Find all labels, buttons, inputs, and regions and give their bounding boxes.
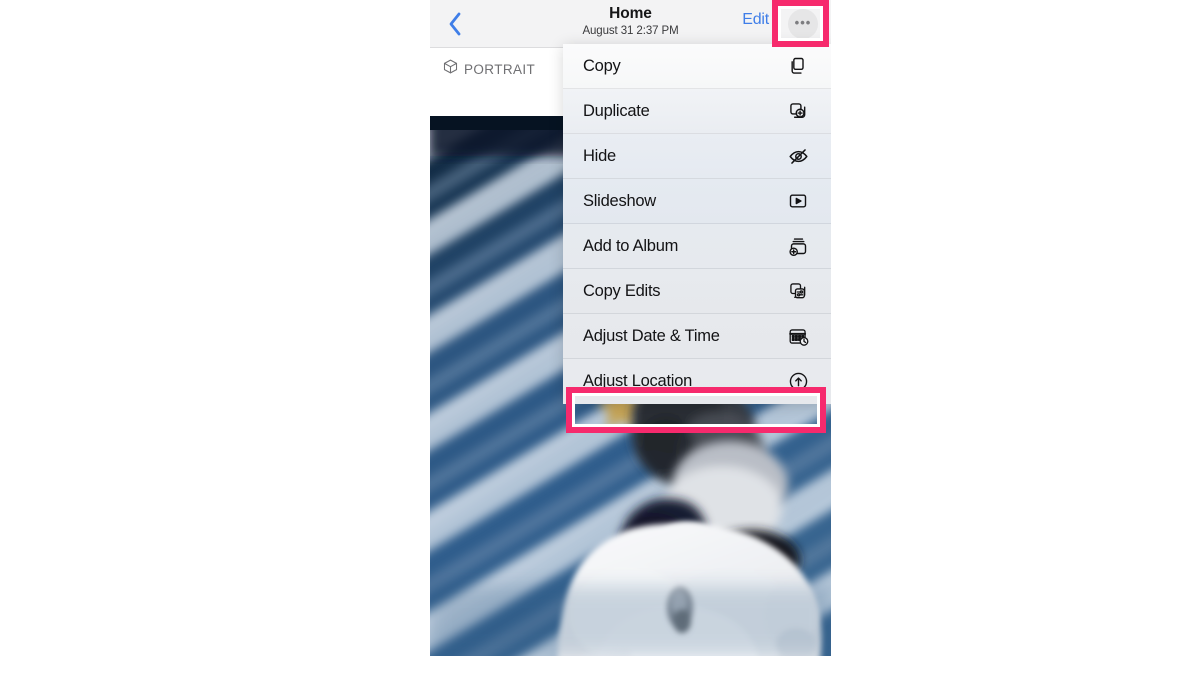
navbar-title-block: Home August 31 2:37 PM <box>430 4 831 39</box>
back-button[interactable] <box>438 8 472 40</box>
menu-item-label: Adjust Date & Time <box>583 326 720 345</box>
menu-item-copy-edits[interactable]: Copy Edits <box>563 269 831 314</box>
portrait-badge-label: PORTRAIT <box>464 61 536 77</box>
album-add-icon <box>787 235 809 257</box>
edit-button[interactable]: Edit <box>742 11 769 29</box>
portrait-badge[interactable]: PORTRAIT <box>442 58 535 80</box>
copy-icon <box>787 55 809 77</box>
menu-item-hide[interactable]: Hide <box>563 134 831 179</box>
chevron-left-icon <box>447 11 463 37</box>
context-menu: Copy Duplicate Hide Slideshow Add to Alb… <box>563 44 831 404</box>
menu-item-label: Adjust Location <box>583 372 693 390</box>
menu-item-duplicate[interactable]: Duplicate <box>563 89 831 134</box>
menu-item-slideshow[interactable]: Slideshow <box>563 179 831 224</box>
menu-item-add-to-album[interactable]: Add to Album <box>563 224 831 269</box>
more-options-button[interactable]: ••• <box>788 9 818 39</box>
copy-edits-icon <box>787 280 809 302</box>
play-box-icon <box>787 190 809 212</box>
menu-item-adjust-location[interactable]: Adjust Location <box>563 359 831 404</box>
menu-item-adjust-date-time[interactable]: Adjust Date & Time <box>563 314 831 359</box>
page-title: Home <box>609 5 652 22</box>
screenshot-canvas: PORTRAIT Home August 31 2:37 PM Edit ••• <box>0 0 1200 675</box>
calendar-clock-icon <box>787 325 809 347</box>
menu-item-copy[interactable]: Copy <box>563 44 831 89</box>
menu-item-label: Copy Edits <box>583 281 661 300</box>
menu-item-label: Hide <box>583 146 616 165</box>
navigation-bar: Home August 31 2:37 PM Edit ••• <box>430 0 831 48</box>
photo-timestamp: August 31 2:37 PM <box>582 25 679 37</box>
ellipsis-icon: ••• <box>794 14 812 30</box>
eye-slash-icon <box>787 145 809 167</box>
cube-icon <box>442 58 459 80</box>
location-info-icon <box>787 371 809 393</box>
menu-item-label: Add to Album <box>583 236 679 255</box>
menu-item-label: Duplicate <box>583 101 650 120</box>
menu-item-label: Slideshow <box>583 191 656 210</box>
duplicate-icon <box>787 100 809 122</box>
phone-screen: PORTRAIT Home August 31 2:37 PM Edit ••• <box>430 0 831 656</box>
menu-item-label: Copy <box>583 56 621 75</box>
